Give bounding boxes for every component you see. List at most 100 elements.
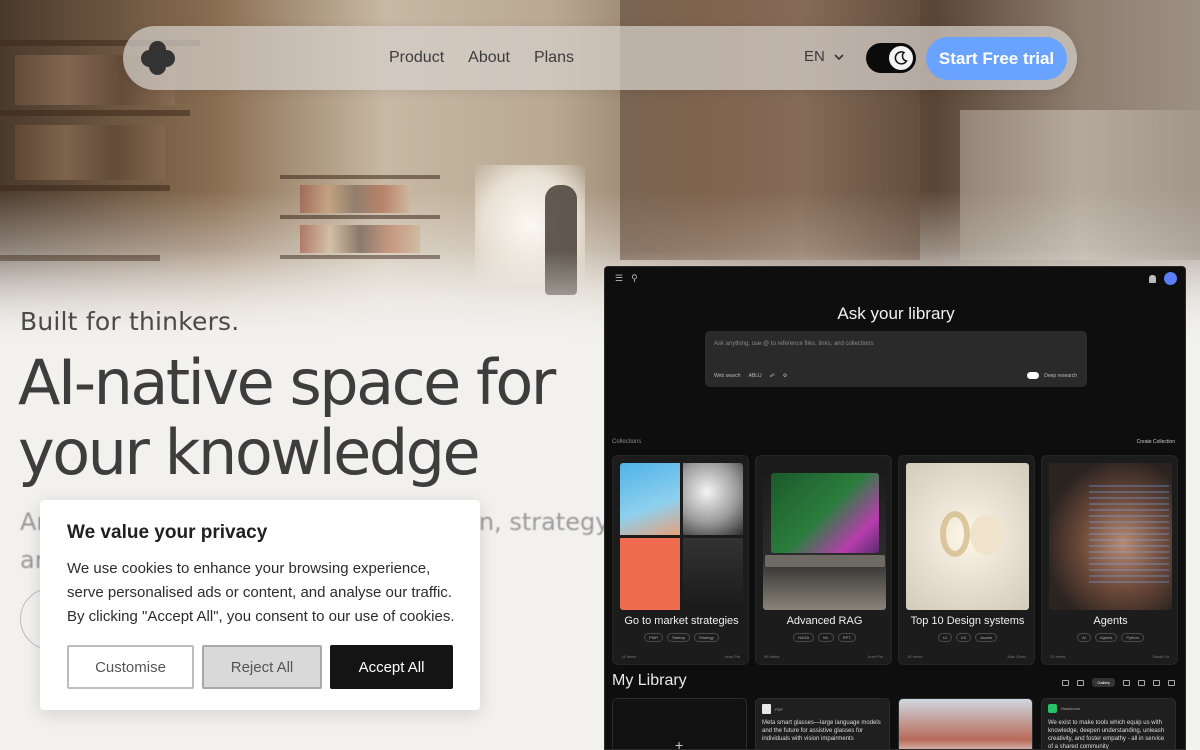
ask-input: Ask anything, use @ to reference files, … xyxy=(705,331,1087,387)
dark-mode-toggle[interactable] xyxy=(866,43,916,73)
nav-links: Product About Plans xyxy=(389,26,574,90)
face-image xyxy=(1049,463,1172,610)
library-item-kind: Hackmoon xyxy=(1061,706,1081,711)
filter-icon xyxy=(1062,679,1070,686)
card-tags: NASA ML RPT xyxy=(756,633,893,642)
language-selector[interactable]: EN xyxy=(804,48,845,65)
card-owner: Jean Pie xyxy=(724,654,740,659)
card-footer: 23 Items Sarah Kit xyxy=(1050,654,1169,659)
card-title: Advanced RAG xyxy=(786,615,863,627)
attach-icon: ☍ xyxy=(769,373,775,379)
document-icon xyxy=(762,704,771,714)
library-item-kind: PDF xyxy=(775,706,783,712)
hero-kicker: Built for thinkers. xyxy=(20,307,240,336)
top-navigation: Product About Plans EN Start Free trial xyxy=(123,26,1077,90)
card-footer: 14 Items Jean Pie xyxy=(621,654,740,659)
avatar xyxy=(1164,272,1177,285)
deep-research-toggle: Deep research xyxy=(1027,372,1077,379)
library-toolbar: Gallery xyxy=(1062,678,1175,687)
tag: AI xyxy=(1077,633,1091,642)
card-owner: Sarah Kit xyxy=(1152,654,1169,659)
app-top-left: ☰ ⚲ xyxy=(615,273,638,284)
collection-card: Agents AI Agents Python 23 Items Sarah K… xyxy=(1041,455,1178,665)
library-item-header: Hackmoon xyxy=(1048,704,1080,713)
ask-placeholder: Ask anything, use @ to reference files, … xyxy=(714,341,874,347)
tag: Startup xyxy=(667,633,690,642)
search-icon: ⚲ xyxy=(631,273,638,283)
tag: Python xyxy=(1121,633,1144,642)
ask-tools: Web search ABLU ☍ ⚙ xyxy=(714,373,787,379)
tag: Strategy xyxy=(693,633,719,642)
grid-icon xyxy=(1077,679,1085,686)
settings-icon: ⚙ xyxy=(782,373,788,379)
card-footer: 16 Items Max Gretz xyxy=(907,654,1026,659)
headline-line-2: your knowledge xyxy=(18,416,481,489)
card-tags: AI Agents Python xyxy=(1042,633,1179,642)
list-icon xyxy=(1123,679,1130,686)
plus-icon: + xyxy=(675,737,684,750)
tag: UI xyxy=(937,633,952,642)
send-icon xyxy=(1168,679,1175,686)
laptop-image xyxy=(763,463,886,610)
library-item-header: PDF xyxy=(762,704,783,714)
board-icon xyxy=(1153,679,1160,686)
card-footer: 98 Items Jean Pie xyxy=(764,654,883,659)
chevron-down-icon xyxy=(834,53,844,60)
library-item-text: Meta smart glasses—large language models… xyxy=(762,720,881,742)
tag: PMR xyxy=(644,633,664,642)
lamp-image xyxy=(906,463,1029,610)
accept-all-button[interactable]: Accept All xyxy=(330,645,453,689)
brand-logo[interactable] xyxy=(141,41,175,75)
customise-button[interactable]: Customise xyxy=(67,645,194,689)
tag: UX xyxy=(955,633,972,642)
start-free-trial-button[interactable]: Start Free trial xyxy=(926,37,1067,80)
language-label: EN xyxy=(804,48,825,65)
card-item-count: 98 Items xyxy=(764,654,780,659)
card-item-count: 16 Items xyxy=(907,654,923,659)
collections-label: Collections xyxy=(612,439,642,445)
table-icon xyxy=(1138,679,1145,686)
collection-card: Top 10 Design systems UI UX Assets 16 It… xyxy=(898,455,1035,665)
card-tags: UI UX Assets xyxy=(899,633,1036,642)
menu-icon: ☰ xyxy=(615,273,624,283)
hero-headline: AI-native space for your knowledge xyxy=(18,348,598,488)
bell-icon xyxy=(1149,274,1156,283)
card-title: Agents xyxy=(1093,615,1128,627)
create-collection-link: Create Collection xyxy=(1136,439,1175,445)
tag: Assets xyxy=(975,633,998,642)
nav-link-about[interactable]: About xyxy=(468,49,510,67)
card-title: Top 10 Design systems xyxy=(910,615,1025,627)
tag: Agents xyxy=(1094,633,1118,642)
add-item-card: + xyxy=(612,698,747,750)
deep-research-label: Deep research xyxy=(1044,372,1077,379)
tag: ML xyxy=(818,633,834,642)
library-item-text: We exist to make tools which equip us wi… xyxy=(1048,720,1165,750)
web-search-chip: Web search xyxy=(714,373,741,379)
cookie-consent-dialog: We value your privacy We use cookies to … xyxy=(40,500,480,710)
collection-card: Advanced RAG NASA ML RPT 98 Items Jean P… xyxy=(755,455,892,665)
card-owner: Max Gretz xyxy=(1007,654,1026,659)
cookie-body: We use cookies to enhance your browsing … xyxy=(67,560,455,625)
library-item: PDF Meta smart glasses—large language mo… xyxy=(755,698,890,749)
toggle-switch xyxy=(1027,372,1040,379)
moon-icon xyxy=(889,46,913,70)
card-item-count: 14 Items xyxy=(621,654,637,659)
app-preview-screenshot: ☰ ⚲ Ask your library Ask anything, use @… xyxy=(604,266,1186,750)
collage-image xyxy=(620,463,743,610)
model-chip: ABLU xyxy=(748,373,762,379)
library-item-image xyxy=(898,698,1033,749)
nav-link-product[interactable]: Product xyxy=(389,49,444,67)
collection-card: Go to market strategies PMR Startup Stra… xyxy=(612,455,749,665)
card-tags: PMR Startup Strategy xyxy=(613,633,750,642)
gallery-view-pill: Gallery xyxy=(1092,678,1115,687)
library-item: Hackmoon We exist to make tools which eq… xyxy=(1041,698,1176,750)
nav-link-plans[interactable]: Plans xyxy=(534,49,574,67)
cookie-title: We value your privacy xyxy=(67,522,268,543)
ask-title: Ask your library xyxy=(837,304,955,323)
tag: NASA xyxy=(793,633,815,642)
card-item-count: 23 Items xyxy=(1050,654,1066,659)
tag: RPT xyxy=(837,633,856,642)
my-library-title: My Library xyxy=(612,672,687,689)
reject-all-button[interactable]: Reject All xyxy=(202,645,322,689)
hackmoon-icon xyxy=(1048,704,1057,713)
